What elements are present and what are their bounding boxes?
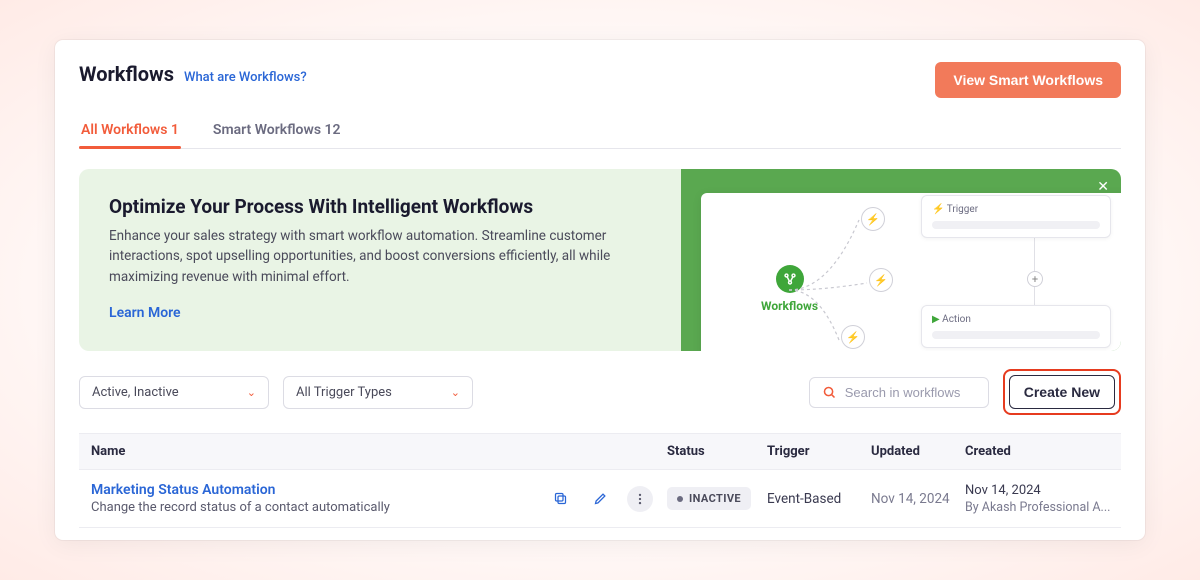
col-updated: Updated: [871, 444, 965, 459]
create-new-highlight: Create New: [1003, 369, 1121, 415]
tab-smart-workflows[interactable]: Smart Workflows 12: [211, 112, 343, 148]
trigger-filter-dropdown[interactable]: All Trigger Types ⌄: [283, 376, 473, 409]
duplicate-icon[interactable]: [547, 486, 573, 512]
updated-value: Nov 14, 2024: [871, 491, 965, 507]
tab-all-workflows[interactable]: All Workflows 1: [79, 112, 181, 148]
chevron-down-icon: ⌄: [247, 386, 256, 399]
plus-icon: +: [1027, 271, 1043, 287]
created-by: By Akash Professional A...: [965, 500, 1113, 515]
tabs: All Workflows 1 Smart Workflows 12: [79, 112, 1121, 149]
col-status: Status: [667, 444, 767, 459]
search-icon: [822, 385, 837, 400]
help-link[interactable]: What are Workflows?: [184, 70, 307, 85]
workflows-panel: Workflows What are Workflows? View Smart…: [55, 40, 1145, 540]
controls-row: Active, Inactive ⌄ All Trigger Types ⌄ C…: [79, 369, 1121, 415]
chevron-down-icon: ⌄: [451, 386, 460, 399]
search-input[interactable]: [845, 385, 976, 400]
status-badge: INACTIVE: [667, 487, 751, 510]
action-card: ▶ Action: [921, 305, 1111, 348]
status-filter-dropdown[interactable]: Active, Inactive ⌄: [79, 376, 269, 409]
trigger-value: Event-Based: [767, 491, 871, 507]
page-title: Workflows: [79, 62, 174, 86]
node-icon: ⚡: [841, 325, 865, 349]
node-icon: ⚡: [861, 207, 885, 231]
banner-description: Enhance your sales strategy with smart w…: [109, 226, 649, 287]
table-header: Name Status Trigger Updated Created: [79, 433, 1121, 470]
status-filter-value: Active, Inactive: [92, 385, 179, 400]
close-icon[interactable]: ✕: [1097, 179, 1109, 195]
workflow-description: Change the record status of a contact au…: [91, 500, 547, 515]
col-created: Created: [965, 444, 1113, 459]
trigger-card: ⚡ Trigger: [921, 195, 1111, 238]
node-icon: ⚡: [869, 268, 893, 292]
view-smart-workflows-button[interactable]: View Smart Workflows: [935, 62, 1121, 98]
col-trigger: Trigger: [767, 444, 871, 459]
trigger-filter-value: All Trigger Types: [296, 385, 392, 400]
edit-icon[interactable]: [587, 486, 613, 512]
workflow-label: Workflows: [761, 299, 818, 313]
create-new-button[interactable]: Create New: [1009, 375, 1115, 409]
learn-more-link[interactable]: Learn More: [109, 305, 181, 321]
created-date: Nov 14, 2024: [965, 483, 1113, 498]
more-icon[interactable]: [627, 486, 653, 512]
workflow-name-link[interactable]: Marketing Status Automation: [91, 482, 547, 498]
col-name: Name: [87, 444, 667, 459]
table-row: Marketing Status Automation Change the r…: [79, 470, 1121, 528]
search-field[interactable]: [809, 377, 989, 408]
workflow-icon: [776, 265, 804, 293]
promo-banner: Optimize Your Process With Intelligent W…: [79, 169, 1121, 351]
banner-title: Optimize Your Process With Intelligent W…: [109, 195, 651, 218]
banner-illustration: ✕ Workflows ⚡ ⚡ ⚡ +: [681, 169, 1121, 351]
